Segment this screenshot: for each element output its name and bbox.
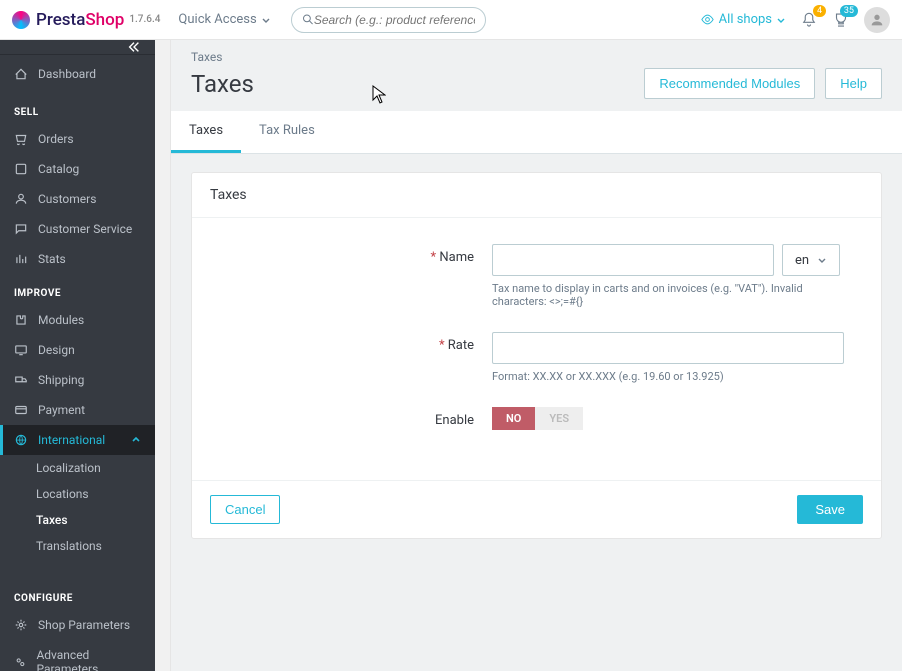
user-icon <box>14 192 28 206</box>
notifications-button[interactable]: 4 <box>800 11 818 29</box>
sidebar-item-catalog[interactable]: Catalog <box>0 154 155 184</box>
collapse-sidebar-button[interactable] <box>0 40 155 55</box>
stats-icon <box>14 252 28 266</box>
sidebar-item-design[interactable]: Design <box>0 335 155 365</box>
section-configure: CONFIGURE <box>0 579 155 610</box>
taxes-panel: Taxes * Name en Tax name to display in c… <box>191 172 882 539</box>
save-button[interactable]: Save <box>797 495 863 524</box>
chat-icon <box>14 222 28 236</box>
quick-access-menu[interactable]: Quick Access <box>178 12 270 27</box>
enable-toggle[interactable]: NO YES <box>492 407 851 430</box>
sidebar-item-advanced-parameters[interactable]: Advanced Parameters <box>0 640 155 671</box>
sidebar-item-shipping[interactable]: Shipping <box>0 365 155 395</box>
tab-taxes[interactable]: Taxes <box>171 111 241 153</box>
name-label: Name <box>439 250 474 265</box>
search-box[interactable] <box>291 7 486 33</box>
card-icon <box>14 403 28 417</box>
recommended-modules-button[interactable]: Recommended Modules <box>644 68 815 99</box>
eye-icon <box>700 12 715 27</box>
label: Shop Parameters <box>38 618 130 632</box>
search-input[interactable] <box>314 13 475 27</box>
brand-b: Shop <box>85 10 124 30</box>
section-sell: SELL <box>0 93 155 124</box>
breadcrumb: Taxes <box>171 40 902 68</box>
sidebar-item-modules[interactable]: Modules <box>0 305 155 335</box>
toggle-yes[interactable]: YES <box>535 407 583 430</box>
quick-access-label: Quick Access <box>178 12 256 27</box>
label: Advanced Parameters <box>36 648 141 671</box>
rate-input[interactable] <box>492 332 844 364</box>
label: Orders <box>38 132 74 146</box>
debug-badge: 35 <box>840 5 858 17</box>
toggle-no[interactable]: NO <box>492 407 535 430</box>
catalog-icon <box>14 162 28 176</box>
brand-a: Presta <box>36 10 85 30</box>
sidebar-sub-taxes[interactable]: Taxes <box>0 507 155 533</box>
notif-badge: 4 <box>813 5 826 17</box>
dashboard-icon <box>14 67 28 81</box>
sidebar: Dashboard SELL Orders Catalog Customers … <box>0 40 155 671</box>
all-shops-dropdown[interactable]: All shops <box>700 12 786 27</box>
all-shops-label: All shops <box>719 12 772 27</box>
chevron-double-left-icon <box>127 40 141 54</box>
label: International <box>38 433 105 447</box>
debug-button[interactable]: 35 <box>832 11 850 29</box>
sidebar-item-customers[interactable]: Customers <box>0 184 155 214</box>
sidebar-item-international[interactable]: International <box>0 425 155 455</box>
label: Catalog <box>38 162 79 176</box>
scroll-gutter[interactable] <box>155 40 171 671</box>
sidebar-sub-locations[interactable]: Locations <box>0 481 155 507</box>
panel-heading: Taxes <box>192 173 881 218</box>
profile-avatar[interactable] <box>864 7 890 33</box>
version: 1.7.6.4 <box>129 14 160 25</box>
cancel-button[interactable]: Cancel <box>210 495 280 524</box>
user-icon <box>869 12 885 28</box>
enable-label: Enable <box>435 413 474 428</box>
sidebar-item-dashboard[interactable]: Dashboard <box>0 55 155 93</box>
caret-down-icon <box>261 15 271 25</box>
topbar: PrestaShop 1.7.6.4 Quick Access All shop… <box>0 0 902 40</box>
caret-down-icon <box>776 15 786 25</box>
section-improve: IMPROVE <box>0 274 155 305</box>
sidebar-item-customer-service[interactable]: Customer Service <box>0 214 155 244</box>
gears-icon <box>14 655 26 669</box>
monitor-icon <box>14 343 28 357</box>
chevron-down-icon <box>817 255 827 265</box>
sidebar-sub-localization[interactable]: Localization <box>0 455 155 481</box>
logo-icon <box>12 11 30 29</box>
globe-icon <box>14 433 28 447</box>
label: Customer Service <box>38 222 132 236</box>
topbar-right: All shops 4 35 <box>700 7 890 33</box>
main-content: Taxes Taxes Recommended Modules Help Tax… <box>171 40 902 671</box>
tabs: Taxes Tax Rules <box>171 111 902 154</box>
sidebar-item-shop-parameters[interactable]: Shop Parameters <box>0 610 155 640</box>
chevron-up-icon <box>131 435 141 445</box>
label: Stats <box>38 252 66 266</box>
page-title: Taxes <box>191 70 254 98</box>
label: Customers <box>38 192 96 206</box>
help-button[interactable]: Help <box>825 68 882 99</box>
cart-icon <box>14 132 28 146</box>
label: Payment <box>38 403 85 417</box>
logo[interactable]: PrestaShop 1.7.6.4 <box>12 10 160 30</box>
name-input[interactable] <box>492 244 774 276</box>
language-dropdown[interactable]: en <box>782 244 840 276</box>
sidebar-item-payment[interactable]: Payment <box>0 395 155 425</box>
lang-label: en <box>795 253 809 268</box>
label: Design <box>38 343 75 357</box>
truck-icon <box>14 373 28 387</box>
sidebar-item-stats[interactable]: Stats <box>0 244 155 274</box>
sidebar-item-orders[interactable]: Orders <box>0 124 155 154</box>
search-icon <box>302 13 314 26</box>
label: Modules <box>38 313 84 327</box>
rate-label: Rate <box>448 338 474 353</box>
label: Shipping <box>38 373 84 387</box>
sidebar-sub-translations[interactable]: Translations <box>0 533 155 559</box>
name-help: Tax name to display in carts and on invo… <box>492 282 851 308</box>
puzzle-icon <box>14 313 28 327</box>
label: Dashboard <box>38 67 96 81</box>
tab-tax-rules[interactable]: Tax Rules <box>241 111 333 153</box>
gear-icon <box>14 618 28 632</box>
rate-help: Format: XX.XX or XX.XXX (e.g. 19.60 or 1… <box>492 370 851 383</box>
